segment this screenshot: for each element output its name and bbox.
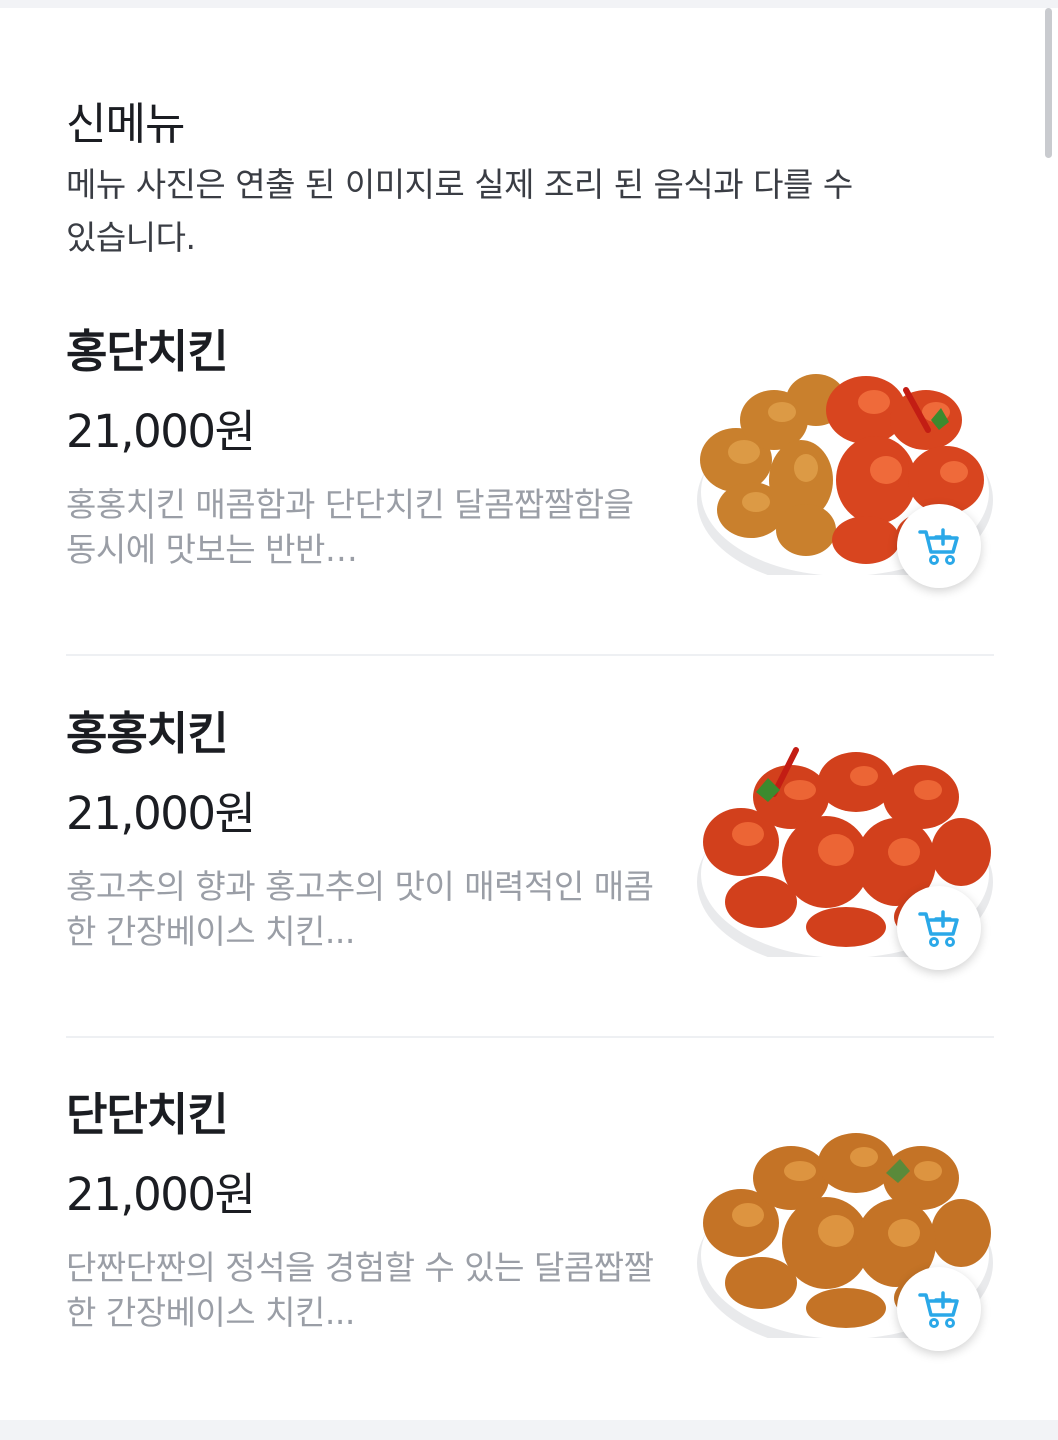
menu-item-name: 홍단치킨 xyxy=(66,325,229,378)
menu-item[interactable]: 단단치킨 21,000원 단짠단짠의 정석을 경험할 수 있는 달콤짭짤한 간장… xyxy=(66,1085,994,1385)
add-to-cart-icon xyxy=(918,1291,959,1328)
menu-item-price: 21,000원 xyxy=(66,787,256,840)
menu-item-name: 홍홍치킨 xyxy=(66,707,229,760)
scrollbar[interactable] xyxy=(1045,8,1052,158)
add-to-cart-button[interactable] xyxy=(897,886,981,970)
menu-item-price: 21,000원 xyxy=(66,1168,256,1221)
divider xyxy=(66,654,994,656)
add-to-cart-button[interactable] xyxy=(897,504,981,588)
add-to-cart-icon xyxy=(918,910,959,947)
menu-section-card: 신메뉴 메뉴 사진은 연출 된 이미지로 실제 조리 된 음식과 다를 수 있습… xyxy=(0,8,1058,1420)
section-description: 메뉴 사진은 연출 된 이미지로 실제 조리 된 음식과 다를 수 있습니다. xyxy=(66,165,853,257)
add-to-cart-button[interactable] xyxy=(897,1267,981,1351)
section-title: 신메뉴 xyxy=(66,99,185,150)
divider xyxy=(66,1036,994,1038)
menu-item-name: 단단치킨 xyxy=(66,1088,229,1141)
menu-item[interactable]: 홍홍치킨 21,000원 홍고추의 향과 홍고추의 맛이 매력적인 매콤한 간장… xyxy=(66,704,994,1004)
menu-item-description: 단짠단짠의 정석을 경험할 수 있는 달콤짭짤한 간장베이스 치킨... xyxy=(66,1248,654,1332)
menu-item-description: 홍고추의 향과 홍고추의 맛이 매력적인 매콤한 간장베이스 치킨... xyxy=(66,867,654,951)
menu-item-description: 홍홍치킨 매콤함과 단단치킨 달콤짭짤함을 동시에 맛보는 반반… xyxy=(66,485,634,569)
menu-item-price: 21,000원 xyxy=(66,405,256,458)
add-to-cart-icon xyxy=(918,528,959,565)
menu-item[interactable]: 홍단치킨 21,000원 홍홍치킨 매콤함과 단단치킨 달콤짭짤함을 동시에 맛… xyxy=(66,322,994,622)
